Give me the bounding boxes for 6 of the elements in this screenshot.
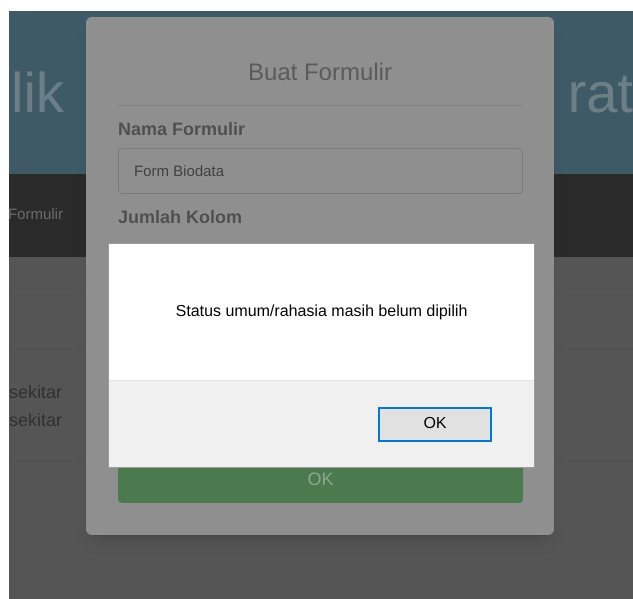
field-label: Jumlah Kolom	[118, 206, 242, 228]
ok-button[interactable]: OK	[378, 406, 492, 442]
nav-link[interactable]: Formulir	[8, 204, 63, 227]
input-field[interactable]: Form Biodata	[118, 148, 523, 194]
field-label: Nama Formulir	[118, 118, 246, 140]
alert-message: Status umum/rahasia masih belum dipilih	[176, 302, 468, 322]
